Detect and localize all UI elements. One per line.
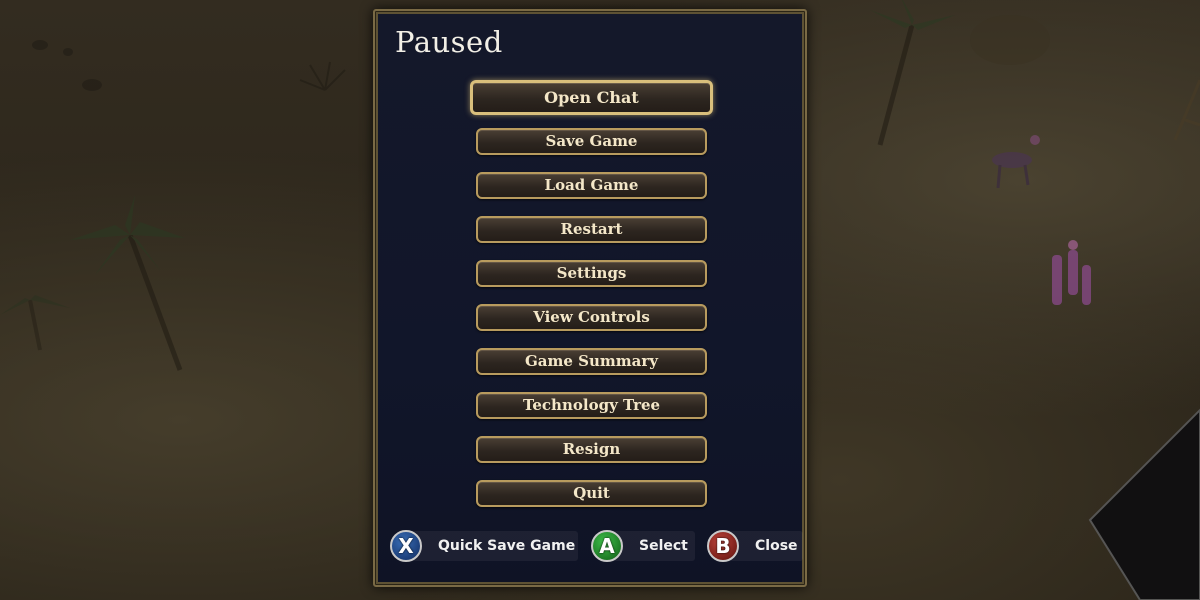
x-button-icon: X [390,530,422,562]
load-game-button[interactable]: Load Game [476,172,707,199]
building-corner [1088,408,1200,600]
select-label: Select [639,538,688,554]
save-game-button[interactable]: Save Game [476,128,707,155]
fence [1173,79,1200,141]
open-chat-button[interactable]: Open Chat [470,80,713,115]
palm-tree-small-left [0,295,70,351]
pause-menu-panel: Paused Open Chat Save Game Load Game Res… [373,9,807,587]
palm-tree-left [70,195,185,371]
restart-button[interactable]: Restart [476,216,707,243]
pause-menu-list: Open Chat Save Game Load Game Restart Se… [375,11,805,585]
mounted-units [992,135,1040,189]
view-controls-button[interactable]: View Controls [476,304,707,331]
close-label: Close [755,538,798,554]
select-hint[interactable]: A Select [591,529,695,563]
quit-button[interactable]: Quit [476,480,707,507]
b-button-icon: B [707,530,739,562]
pink-units [1052,240,1091,305]
settings-button[interactable]: Settings [476,260,707,287]
close-hint[interactable]: B Close [707,529,803,563]
technology-tree-button[interactable]: Technology Tree [476,392,707,419]
dry-bush [299,61,346,91]
quick-save-label: Quick Save Game [438,538,576,554]
resign-button[interactable]: Resign [476,436,707,463]
game-summary-button[interactable]: Game Summary [476,348,707,375]
quick-save-hint[interactable]: X Quick Save Game [390,529,578,563]
a-button-icon: A [591,530,623,562]
palm-tree-right [870,0,955,146]
